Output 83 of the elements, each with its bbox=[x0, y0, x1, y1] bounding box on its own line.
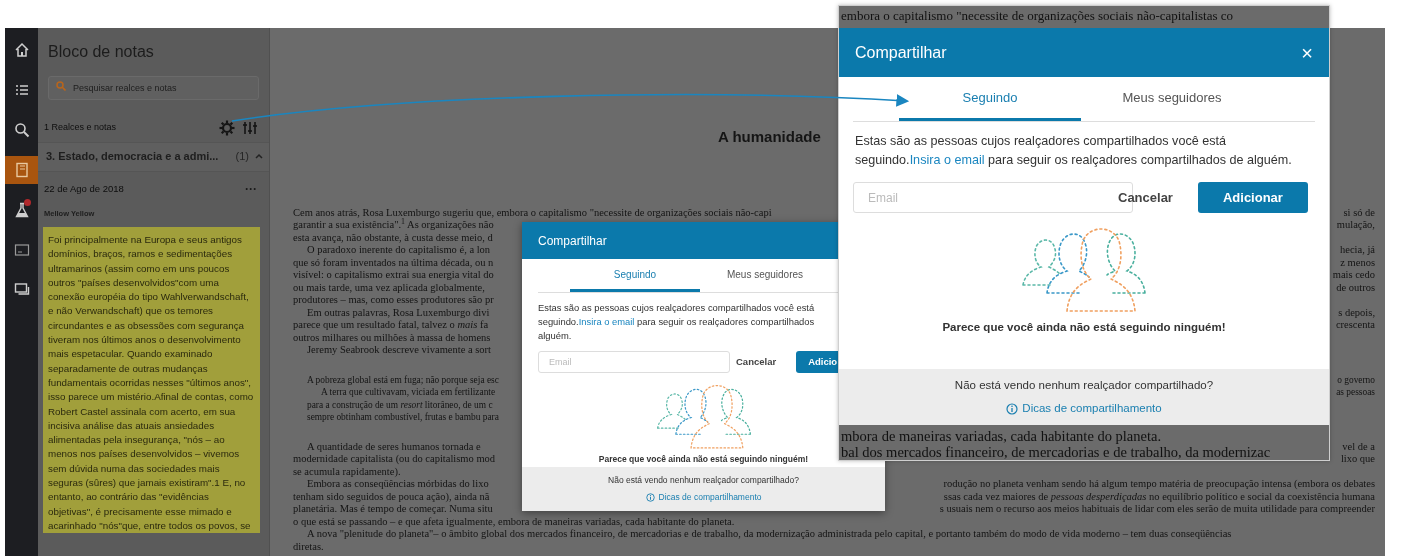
body-text: embora o capitalismo "necessite de organizações sociais não-capitalistas co bbox=[840, 7, 1235, 25]
notebook-icon bbox=[13, 162, 30, 178]
notes-count: 1 Realces e notas bbox=[44, 121, 118, 135]
body-text: tenham sido seguidos de pouca ação), ainda nã bbox=[293, 490, 490, 503]
chevron-icon[interactable] bbox=[255, 153, 263, 160]
body-text: sempre obtinham combustível, frutas e bambu para bbox=[307, 411, 499, 424]
dialog-title: Compartilhar bbox=[538, 232, 607, 250]
info-icon bbox=[645, 492, 655, 502]
dialog-tab[interactable]: Seguindo bbox=[570, 259, 700, 292]
dialog-tab[interactable]: Meus seguidores bbox=[700, 259, 830, 292]
panel-title: Bloco de notas bbox=[47, 42, 155, 62]
empty-message: Parece que você ainda não está seguindo ninguém! bbox=[941, 320, 1227, 335]
body-text: A quantidade de seres humanos tornada e bbox=[306, 440, 481, 453]
body-text: O paradoxo inerente do capitalismo é, a lon bbox=[306, 244, 491, 257]
chat-icon bbox=[13, 282, 30, 298]
note-date: 22 de Ago de 2018 bbox=[44, 181, 125, 196]
body-text: lixo que bbox=[1340, 453, 1375, 466]
list-icon bbox=[13, 82, 30, 98]
body-text: modernidade capitalista (ou do capitalismo mod bbox=[293, 453, 496, 466]
home-icon bbox=[13, 42, 30, 58]
body-text: crescenta bbox=[1335, 319, 1375, 332]
body-text: planetária. Mas é tempo de começar. Numa situ bbox=[293, 503, 493, 516]
dialog-tab[interactable]: Seguindo bbox=[899, 77, 1081, 121]
body-text: para a construção de um resort litorâneo, de um c bbox=[307, 398, 493, 411]
chapter-heading: A humanidade bbox=[718, 127, 821, 147]
footer-question: Não está vendo nenhum realçador compartilhado? bbox=[954, 377, 1214, 393]
body-text: outros milhares ou milhões à massa de homens bbox=[293, 331, 491, 344]
body-text: bal dos mercados financeiro, de mercadorias e de trabalho, da modernizac bbox=[841, 444, 1272, 460]
body-text: esta avança, não obstante, à custa desse meio, d bbox=[293, 231, 493, 244]
chapter-title: 3. Estado, democracia e a admi... bbox=[46, 149, 220, 164]
body-text: rodução no planeta venham sendo há algum tempo matéria de preocupação intensa (embora os debates bbox=[943, 478, 1375, 491]
search-icon bbox=[56, 81, 66, 91]
dialog-tab[interactable]: Meus seguidores bbox=[1081, 77, 1263, 121]
body-text: si só de bbox=[1343, 206, 1375, 219]
body-text: se acumula rapidamente). bbox=[293, 465, 401, 478]
close-button[interactable]: × bbox=[1301, 42, 1313, 63]
more-icon[interactable]: ··· bbox=[245, 182, 257, 195]
chapter-count: (1) bbox=[235, 149, 249, 164]
id-card-icon bbox=[13, 242, 30, 258]
email-link[interactable]: Insira o email bbox=[578, 316, 635, 327]
body-text: ou mais tarde, uma vez aplicada globalmente, bbox=[293, 281, 485, 294]
body-text: s usuais nem o recurso aos meios habituais de lidar com eles serão de muita utilidade para compreender bbox=[939, 503, 1375, 516]
dialog-title: Compartilhar bbox=[855, 42, 947, 63]
body-text: as pessoas bbox=[1336, 386, 1375, 399]
body-text: Jeremy Seabrook descreve vivamente a sort bbox=[306, 344, 491, 357]
tips-link[interactable]: Dicas de compartilhamento bbox=[645, 491, 762, 504]
body-text: mais cedo bbox=[1332, 269, 1375, 282]
body-text: hecia, já bbox=[1340, 244, 1375, 257]
empty-message: Parece que você ainda não está seguindo ninguém! bbox=[597, 453, 810, 466]
search-icon bbox=[13, 122, 30, 138]
body-text: produtores – mas, como esses produtores são pr bbox=[293, 294, 494, 307]
body-text: visível: o capitalismo extrai sua energia vital do bbox=[293, 269, 494, 282]
footer-question: Não está vendo nenhum realçador compartilhado? bbox=[608, 474, 799, 487]
alert-dot bbox=[24, 199, 31, 206]
highlighted-note: Foi principalmente na Europa e seus antigos domínios, braços, ramos e sedimentações ultramarinos (assim como em uns poucos outros "países desenvolvidos"com uma conexão européia do tipo Wahlverwandschaft, e não Verwandschaft) que os temores circundantes e as obsessões com segurança tiveram nos últimos anos o desenvolvimento mais espetacular. Quando examinado separadamente de outras mudanças fundamentais ocorridas nesses "últimos anos", isso parece um mistério.Afinal de contas, como Robert Castel assinala com acerto, em sua incisiva análise das atuais ansiedades alimentadas pela insegurança, "nós – ao menos nos países desenvolvidos – vivemos sem dúvida numa das sociedades mais seguras (sûres) que jamais existiram".1 E, no entanto, ao contrário das "evidências objetivas", é precisamente esse mimado e acarinhado "nós"que, entre todos os povos, se bbox=[43, 227, 260, 534]
flask-icon bbox=[13, 202, 30, 218]
info-icon bbox=[1006, 402, 1019, 415]
add-button[interactable]: Adicionar bbox=[1197, 182, 1308, 213]
sliders-icon[interactable] bbox=[243, 121, 257, 135]
body-text: ssas cada vez maiores de pessoas desperdiçadas no equilíbrio político e social da coexistência humana bbox=[943, 490, 1375, 503]
body-text: o que está se passando – e que afeta igualmente, embora de maneiras variadas, cada habitante do planeta. bbox=[293, 515, 735, 528]
chapter-row[interactable]: 3. Estado, democracia e a admi... (1) bbox=[38, 142, 269, 172]
email-field[interactable]: Email bbox=[538, 351, 730, 373]
tips-link[interactable]: Dicas de compartilhamento bbox=[1006, 400, 1162, 418]
cancel-button[interactable]: Cancelar bbox=[736, 354, 777, 370]
body-text: s depois, bbox=[1338, 306, 1375, 319]
body-text: vel de a bbox=[1342, 440, 1375, 453]
email-link[interactable]: Insira o email bbox=[909, 153, 985, 167]
body-text: A terra que cultivavam, viciada em fertilizante bbox=[320, 386, 496, 399]
body-text: que só foram inventados na última década, ou n bbox=[293, 256, 494, 269]
body-text: parece que um resultado fatal, talvez o mais fa bbox=[293, 319, 489, 332]
intro-text: Estas são as pessoas cujos realçadores compartilhados você está seguindo.Insira o email para seguir os realçadores compartilhados de alguém. bbox=[855, 133, 1293, 169]
body-text: z menos bbox=[1340, 256, 1375, 269]
body-text: A nova "plenitude do planeta"– o âmbito global dos mercados financeiro, de mercadorias e de trabalho, da modernização administrada pelo capital, e portanto também do modo de vida moderno – tem duas conseqüências bbox=[306, 528, 1232, 541]
body-text: Em outras palavras, Rosa Luxemburgo divi bbox=[306, 306, 490, 319]
body-text: mbora de maneiras variadas, cada habitante do planeta. bbox=[841, 428, 1163, 444]
body-text: Embora as conseqüências mórbidas do lixo bbox=[306, 478, 489, 491]
body-text: A pobreza global está em fuga; não porque seja esc bbox=[307, 373, 499, 386]
body-text: Cem anos atrás, Rosa Luxemburgo sugeriu que, embora o capitalismo "necessite de organizações sociais não-capi bbox=[293, 206, 772, 219]
settings-icon[interactable] bbox=[219, 120, 235, 136]
body-text: mulação, bbox=[1336, 219, 1375, 232]
body-text: diretas. bbox=[293, 540, 324, 553]
body-text: de outros bbox=[1336, 281, 1375, 294]
